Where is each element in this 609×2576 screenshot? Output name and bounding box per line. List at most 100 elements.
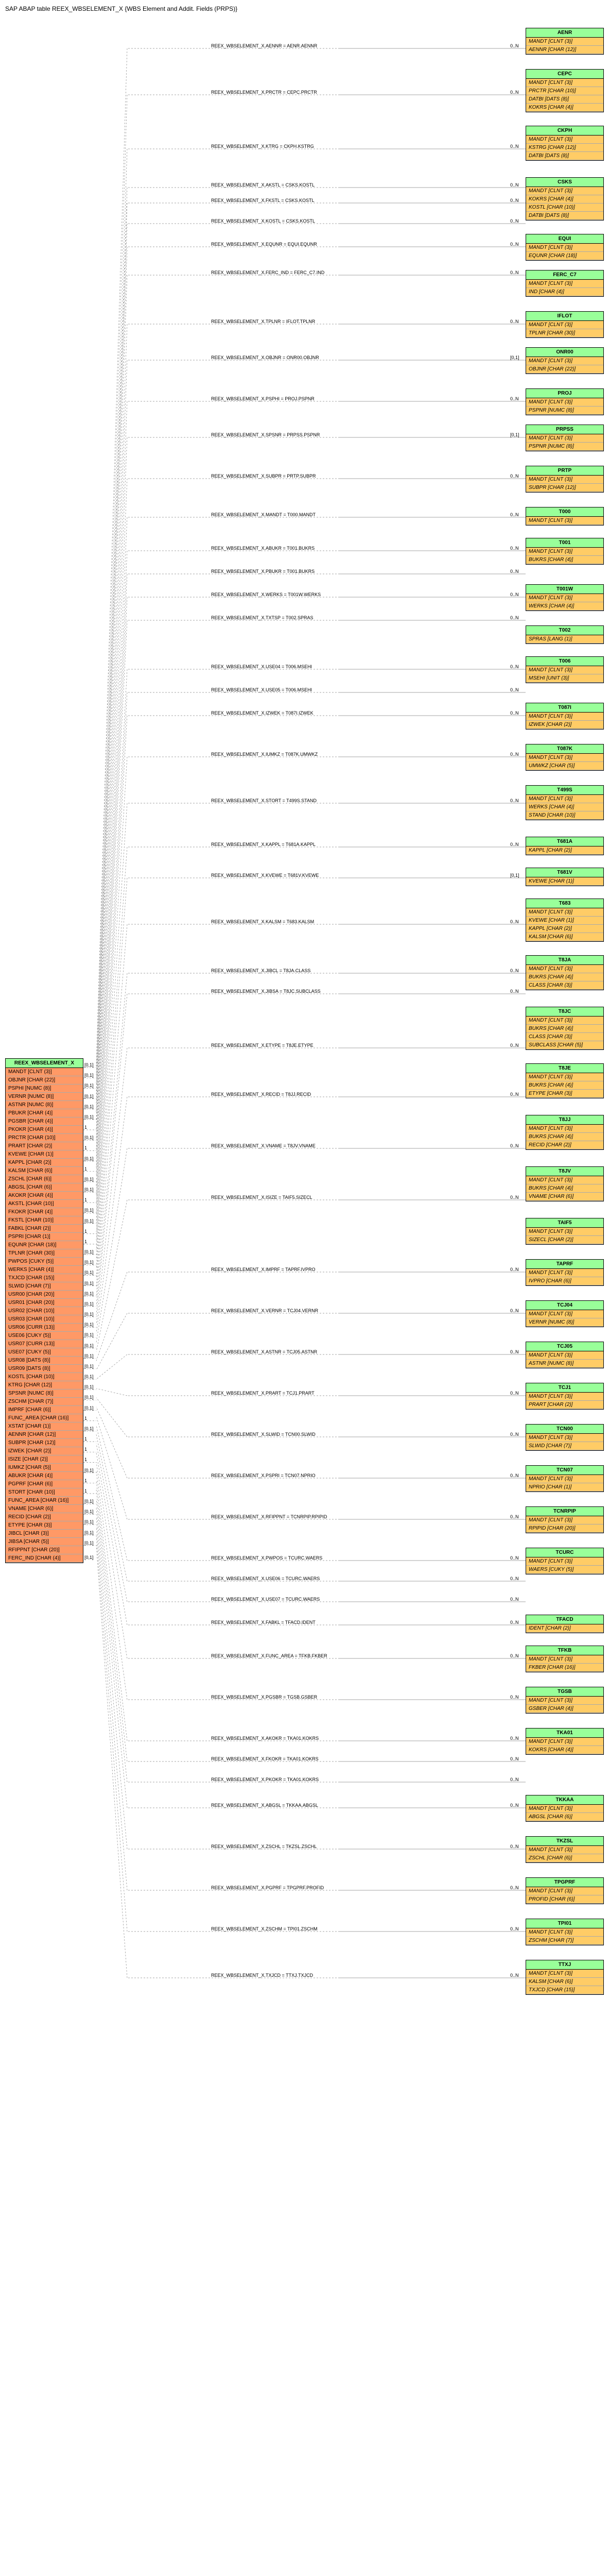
cardinality-right: 0..N — [510, 198, 519, 203]
main-field-row: KALSM [CHAR (6)] — [6, 1167, 83, 1175]
target-entity-header: T8JC — [526, 1007, 603, 1016]
main-field-row: STORT [CHAR (10)] — [6, 1488, 83, 1497]
main-field-row: USR09 [DATS (8)] — [6, 1365, 83, 1373]
target-entity-box: T000MANDT [CLNT (3)] — [526, 507, 604, 526]
target-entity-box: TKKAAMANDT [CLNT (3)]ABGSL [CHAR (6)] — [526, 1795, 604, 1822]
target-entity-box: TCURCMANDT [CLNT (3)]WAERS [CUKY (5)] — [526, 1548, 604, 1574]
target-field-row: MANDT [CLNT (3)] — [526, 1846, 603, 1854]
relationship-label: REEX_WBSELEMENT_X.USE06 = TCURC.WAERS — [211, 1576, 320, 1581]
main-field-row: ZSCHL [CHAR (6)] — [6, 1175, 83, 1183]
target-entity-header: TAPRF — [526, 1260, 603, 1269]
target-field-row: KVEWE [CHAR (1)] — [526, 917, 603, 925]
cardinality-right: 0..N — [510, 546, 519, 551]
cardinality-right: 0..N — [510, 1694, 519, 1700]
cardinality-right: 0..N — [510, 1597, 519, 1602]
target-field-row: SLWID [CHAR (7)] — [526, 1442, 603, 1450]
cardinality-left: [0,1] — [84, 1364, 94, 1369]
relationship-label: REEX_WBSELEMENT_X.STORT = T499S.STAND — [211, 798, 317, 803]
target-field-row: MANDT [CLNT (3)] — [526, 244, 603, 252]
cardinality-left: [0,1] — [84, 1468, 94, 1473]
target-field-row: MANDT [CLNT (3)] — [526, 1475, 603, 1483]
cardinality-right: 0..N — [510, 798, 519, 803]
target-entity-box: TPI01MANDT [CLNT (3)]ZSCHM [CHAR (7)] — [526, 1919, 604, 1945]
main-field-row: USR08 [DATS (8)] — [6, 1357, 83, 1365]
cardinality-right: 0..N — [510, 270, 519, 275]
target-field-row: WERKS [CHAR (4)] — [526, 602, 603, 611]
relationship-label: REEX_WBSELEMENT_X.OBJNR = ONR00.OBJNR — [211, 355, 319, 360]
target-entity-header: IFLOT — [526, 312, 603, 321]
cardinality-left: [0,1] — [84, 1301, 94, 1307]
cardinality-right: 0..N — [510, 396, 519, 401]
relationship-label: REEX_WBSELEMENT_X.KVEWE = T681V.KVEWE — [211, 873, 319, 878]
target-entity-box: T8JAMANDT [CLNT (3)]BUKRS [CHAR (4)]CLAS… — [526, 955, 604, 990]
relationship-label: REEX_WBSELEMENT_X.EQUNR = EQUI.EQUNR — [211, 242, 317, 247]
cardinality-right: 0..N — [510, 43, 519, 48]
relationship-label: REEX_WBSELEMENT_X.ZSCHM = TPI01.ZSCHM — [211, 1926, 318, 1931]
relationship-label: REEX_WBSELEMENT_X.IUMKZ = T087K.UMWKZ — [211, 752, 318, 757]
cardinality-left: [0,1] — [84, 1384, 94, 1389]
main-field-row: PGSBR [CHAR (4)] — [6, 1117, 83, 1126]
target-entity-box: TCJ05MANDT [CLNT (3)]ASTNR [NUMC (8)] — [526, 1342, 604, 1368]
cardinality-left: 1 — [84, 1436, 87, 1442]
target-field-row: MANDT [CLNT (3)] — [526, 548, 603, 556]
main-field-row: KTRG [CHAR (12)] — [6, 1381, 83, 1389]
target-field-row: PRCTR [CHAR (10)] — [526, 87, 603, 95]
main-field-row: SPSNR [NUMC (8)] — [6, 1389, 83, 1398]
target-entity-header: T8JE — [526, 1064, 603, 1073]
target-field-row: MANDT [CLNT (3)] — [526, 38, 603, 46]
relationship-label: REEX_WBSELEMENT_X.ASTNR = TCJ05.ASTNR — [211, 1349, 317, 1354]
target-entity-box: CSKSMANDT [CLNT (3)]KOKRS [CHAR (4)]KOST… — [526, 177, 604, 221]
cardinality-left: [0,1] — [84, 1156, 94, 1161]
target-field-row: RECID [CHAR (2)] — [526, 1141, 603, 1149]
target-entity-header: T499S — [526, 786, 603, 795]
target-entity-box: T006MANDT [CLNT (3)]MSEHI [UNIT (3)] — [526, 656, 604, 683]
main-entity-box: REEX_WBSELEMENT_X MANDT [CLNT (3)]OBJNR … — [5, 1058, 83, 1563]
target-field-row: ASTNR [NUMC (8)] — [526, 1360, 603, 1368]
target-field-row: MANDT [CLNT (3)] — [526, 1887, 603, 1895]
target-field-row: MANDT [CLNT (3)] — [526, 1228, 603, 1236]
target-entity-box: ONR00MANDT [CLNT (3)]OBJNR [CHAR (22)] — [526, 347, 604, 374]
cardinality-left: 1 — [84, 1457, 87, 1462]
main-field-row: USR00 [CHAR (20)] — [6, 1291, 83, 1299]
target-field-row: MANDT [CLNT (3)] — [526, 321, 603, 329]
target-field-row: MANDT [CLNT (3)] — [526, 713, 603, 721]
target-entity-box: T8JCMANDT [CLNT (3)]BUKRS [CHAR (4)]CLAS… — [526, 1007, 604, 1050]
target-entity-header: T001W — [526, 585, 603, 594]
main-field-row: USR03 [CHAR (10)] — [6, 1315, 83, 1324]
relationship-label: REEX_WBSELEMENT_X.PSPRI = TCN07.NPRIO — [211, 1473, 316, 1478]
cardinality-left: [0,1] — [84, 1177, 94, 1182]
target-field-row: MANDT [CLNT (3)] — [526, 135, 603, 144]
target-field-row: STAND [CHAR (10)] — [526, 811, 603, 820]
cardinality-right: 0..N — [510, 664, 519, 669]
target-entity-header: T8JV — [526, 1167, 603, 1176]
target-entity-box: TFKBMANDT [CLNT (3)]FKBER [CHAR (16)] — [526, 1646, 604, 1672]
target-field-row: KAPPL [CHAR (2)] — [526, 846, 603, 855]
main-field-row: ISIZE [CHAR (2)] — [6, 1455, 83, 1464]
cardinality-right: 0..N — [510, 919, 519, 924]
target-field-row: MANDT [CLNT (3)] — [526, 357, 603, 365]
cardinality-right: 0..N — [510, 1803, 519, 1808]
relationship-label: REEX_WBSELEMENT_X.AENNR = AENR.AENNR — [211, 43, 317, 48]
relationship-label: REEX_WBSELEMENT_X.PBUKR = T001.BUKRS — [211, 569, 315, 574]
target-field-row: BUKRS [CHAR (4)] — [526, 1133, 603, 1141]
target-entity-header: PROJ — [526, 389, 603, 398]
target-field-row: MANDT [CLNT (3)] — [526, 795, 603, 803]
relationship-label: REEX_WBSELEMENT_X.JIBSA = T8JC.SUBCLASS — [211, 989, 321, 994]
main-field-row: USR06 [CURR (13)] — [6, 1324, 83, 1332]
cardinality-right: 0..N — [510, 1092, 519, 1097]
target-field-row: MANDT [CLNT (3)] — [526, 1557, 603, 1566]
main-field-row: IMPRF [CHAR (6)] — [6, 1406, 83, 1414]
target-field-row: MANDT [CLNT (3)] — [526, 1697, 603, 1705]
cardinality-left: [0,1] — [84, 1374, 94, 1379]
target-field-row: ZSCHM [CHAR (7)] — [526, 1937, 603, 1945]
target-entity-box: FERC_C7MANDT [CLNT (3)]IND [CHAR (4)] — [526, 270, 604, 297]
target-field-row: VNAME [CHAR (6)] — [526, 1193, 603, 1201]
cardinality-left: [0,1] — [84, 1353, 94, 1359]
main-field-row: IUMKZ [CHAR (5)] — [6, 1464, 83, 1472]
cardinality-right: 0..N — [510, 1973, 519, 1978]
relationship-label: REEX_WBSELEMENT_X.KOSTL = CSKS.KOSTL — [211, 218, 315, 224]
target-field-row: DATBI [DATS (8)] — [526, 212, 603, 220]
cardinality-right: 0..N — [510, 615, 519, 620]
target-field-row: MANDT [CLNT (3)] — [526, 1393, 603, 1401]
main-field-row: WERKS [CHAR (4)] — [6, 1266, 83, 1274]
